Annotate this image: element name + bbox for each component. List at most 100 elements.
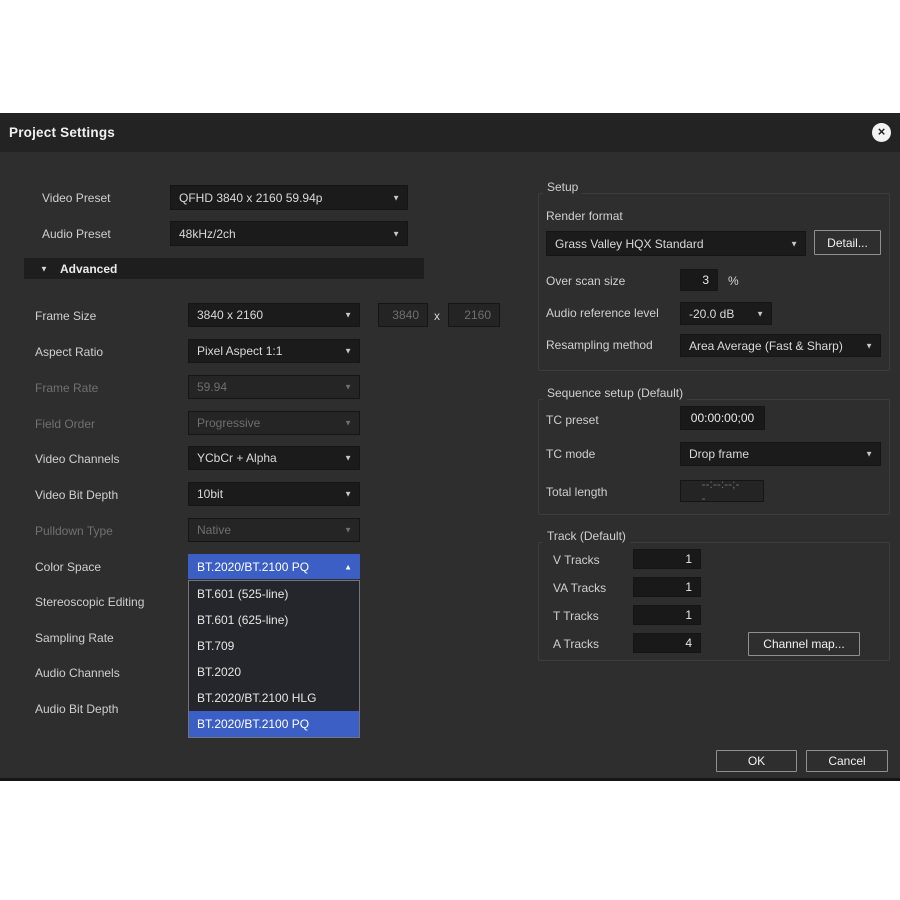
dialog-title: Project Settings <box>9 113 115 152</box>
frame-width-value: 3840 <box>392 308 419 322</box>
audio-preset-label: Audio Preset <box>42 227 111 241</box>
t-tracks-label: T Tracks <box>553 609 599 623</box>
chevron-down-icon: ▼ <box>865 341 873 350</box>
overscan-value: 3 <box>702 273 709 287</box>
frame-rate-select: 59.94 ▼ <box>188 375 360 399</box>
frame-height-input: 2160 <box>448 303 500 327</box>
color-space-select[interactable]: BT.2020/BT.2100 PQ ▲ <box>188 554 360 579</box>
audio-channels-label: Audio Channels <box>35 666 120 680</box>
video-channels-label: Video Channels <box>35 452 120 466</box>
color-space-option[interactable]: BT.709 <box>189 633 359 659</box>
chevron-down-icon: ▼ <box>344 490 352 499</box>
color-space-dropdown-list: BT.601 (525-line) BT.601 (625-line) BT.7… <box>188 580 360 738</box>
render-format-value: Grass Valley HQX Standard <box>555 237 704 251</box>
va-tracks-label: VA Tracks <box>553 581 606 595</box>
total-length-value: --:--:--;-- <box>702 477 743 505</box>
frame-size-label: Frame Size <box>35 309 96 323</box>
pulldown-type-value: Native <box>197 523 231 537</box>
video-channels-select[interactable]: YCbCr + Alpha ▼ <box>188 446 360 470</box>
field-order-value: Progressive <box>197 416 260 430</box>
chevron-down-icon: ▼ <box>344 526 352 535</box>
cancel-button[interactable]: Cancel <box>806 750 888 772</box>
chevron-up-icon: ▲ <box>344 562 352 571</box>
audio-bit-depth-label: Audio Bit Depth <box>35 702 118 716</box>
audio-preset-value: 48kHz/2ch <box>179 227 236 241</box>
video-bit-depth-select[interactable]: 10bit ▼ <box>188 482 360 506</box>
field-order-select: Progressive ▼ <box>188 411 360 435</box>
setup-group-title: Setup <box>543 180 582 194</box>
audio-reference-label: Audio reference level <box>546 306 659 320</box>
close-button[interactable]: × <box>872 123 891 142</box>
aspect-ratio-value: Pixel Aspect 1:1 <box>197 344 282 358</box>
pulldown-type-select: Native ▼ <box>188 518 360 542</box>
audio-preset-select[interactable]: 48kHz/2ch ▼ <box>170 221 408 246</box>
chevron-down-icon: ▼ <box>790 239 798 248</box>
color-space-option[interactable]: BT.2020/BT.2100 HLG <box>189 685 359 711</box>
v-tracks-label: V Tracks <box>553 553 600 567</box>
va-tracks-input[interactable]: 1 <box>633 577 701 597</box>
triangle-down-icon: ▼ <box>40 264 48 273</box>
sequence-setup-group-title: Sequence setup (Default) <box>543 386 687 400</box>
video-preset-select[interactable]: QFHD 3840 x 2160 59.94p ▼ <box>170 185 408 210</box>
chevron-down-icon: ▼ <box>756 309 764 318</box>
tc-mode-select[interactable]: Drop frame ▼ <box>680 442 881 466</box>
tc-mode-label: TC mode <box>546 447 595 461</box>
audio-reference-select[interactable]: -20.0 dB ▼ <box>680 302 772 325</box>
a-tracks-label: A Tracks <box>553 637 599 651</box>
frame-size-value: 3840 x 2160 <box>197 308 263 322</box>
frame-height-value: 2160 <box>464 308 491 322</box>
chevron-down-icon: ▼ <box>344 311 352 320</box>
frame-size-separator: x <box>434 309 440 323</box>
color-space-value: BT.2020/BT.2100 PQ <box>197 560 309 574</box>
color-space-option[interactable]: BT.2020 <box>189 659 359 685</box>
video-bit-depth-value: 10bit <box>197 487 223 501</box>
chevron-down-icon: ▼ <box>392 193 400 202</box>
resampling-method-select[interactable]: Area Average (Fast & Sharp) ▼ <box>680 334 881 357</box>
overscan-label: Over scan size <box>546 274 625 288</box>
detail-button[interactable]: Detail... <box>814 230 881 255</box>
overscan-unit: % <box>728 274 739 288</box>
aspect-ratio-label: Aspect Ratio <box>35 345 103 359</box>
video-bit-depth-label: Video Bit Depth <box>35 488 118 502</box>
chevron-down-icon: ▼ <box>392 229 400 238</box>
render-format-select[interactable]: Grass Valley HQX Standard ▼ <box>546 231 806 256</box>
color-space-option-selected[interactable]: BT.2020/BT.2100 PQ <box>189 711 359 737</box>
advanced-expander[interactable]: ▼ Advanced <box>24 258 424 279</box>
channel-map-button[interactable]: Channel map... <box>748 632 860 656</box>
tc-preset-value: 00:00:00;00 <box>691 411 754 425</box>
resampling-method-value: Area Average (Fast & Sharp) <box>689 339 843 353</box>
video-preset-value: QFHD 3840 x 2160 59.94p <box>179 191 322 205</box>
render-format-label: Render format <box>546 209 623 223</box>
overscan-input[interactable]: 3 <box>680 269 718 291</box>
project-settings-dialog: Project Settings × Video Preset QFHD 384… <box>0 113 900 781</box>
color-space-label: Color Space <box>35 560 101 574</box>
track-group-title: Track (Default) <box>543 529 630 543</box>
frame-rate-label: Frame Rate <box>35 381 98 395</box>
chevron-down-icon: ▼ <box>865 450 873 459</box>
titlebar: Project Settings × <box>0 113 900 152</box>
chevron-down-icon: ▼ <box>344 419 352 428</box>
color-space-option[interactable]: BT.601 (625-line) <box>189 607 359 633</box>
chevron-down-icon: ▼ <box>344 454 352 463</box>
aspect-ratio-select[interactable]: Pixel Aspect 1:1 ▼ <box>188 339 360 363</box>
v-tracks-input[interactable]: 1 <box>633 549 701 569</box>
pulldown-type-label: Pulldown Type <box>35 524 113 538</box>
stereoscopic-editing-label: Stereoscopic Editing <box>35 595 144 609</box>
sampling-rate-label: Sampling Rate <box>35 631 114 645</box>
tc-mode-value: Drop frame <box>689 447 749 461</box>
frame-width-input: 3840 <box>378 303 428 327</box>
tc-preset-label: TC preset <box>546 413 599 427</box>
field-order-label: Field Order <box>35 417 95 431</box>
a-tracks-input[interactable]: 4 <box>633 633 701 653</box>
frame-size-select[interactable]: 3840 x 2160 ▼ <box>188 303 360 327</box>
tc-preset-input[interactable]: 00:00:00;00 <box>680 406 765 430</box>
total-length-input: --:--:--;-- <box>680 480 764 502</box>
t-tracks-input[interactable]: 1 <box>633 605 701 625</box>
ok-button[interactable]: OK <box>716 750 797 772</box>
resampling-method-label: Resampling method <box>546 338 653 352</box>
close-icon: × <box>878 124 886 139</box>
color-space-option[interactable]: BT.601 (525-line) <box>189 581 359 607</box>
video-channels-value: YCbCr + Alpha <box>197 451 277 465</box>
chevron-down-icon: ▼ <box>344 383 352 392</box>
video-preset-label: Video Preset <box>42 191 111 205</box>
